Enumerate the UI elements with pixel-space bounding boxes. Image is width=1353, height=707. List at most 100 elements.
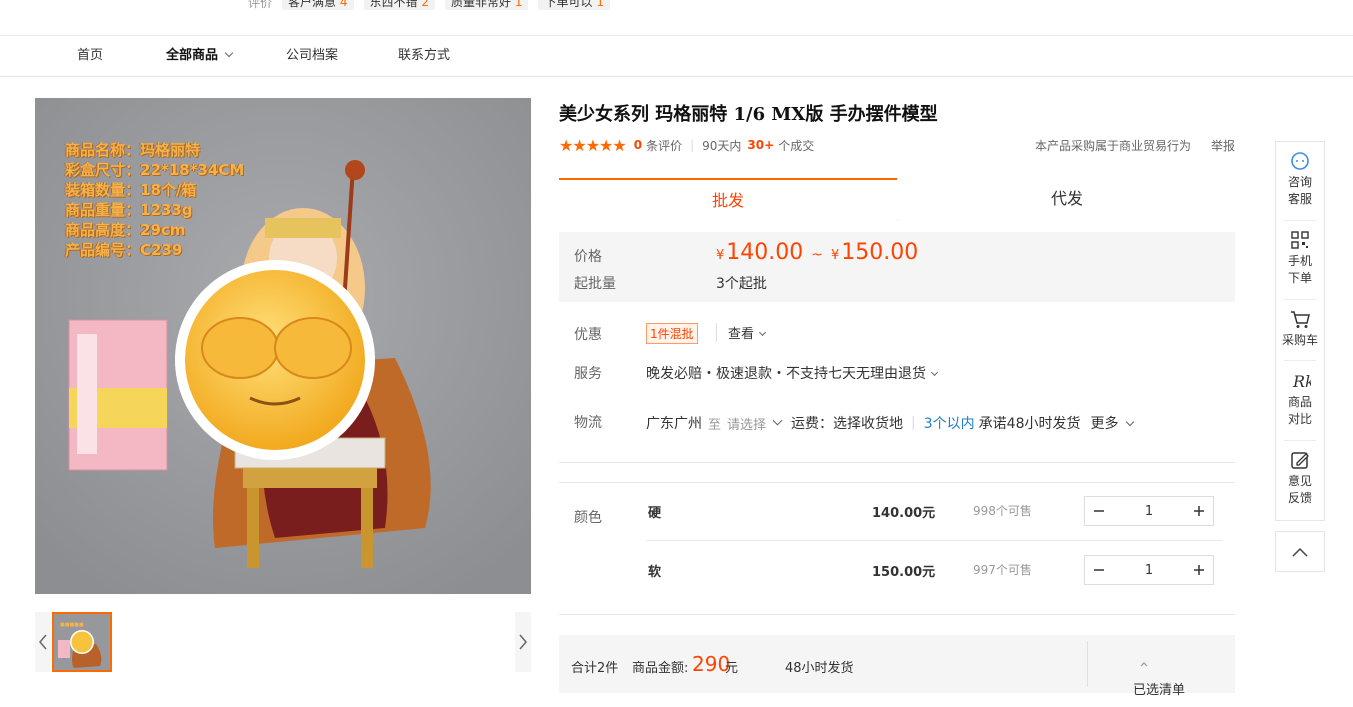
- decrement-button[interactable]: [1085, 497, 1113, 525]
- compare-label-2: 对比: [1287, 412, 1312, 426]
- feedback-label-2: 反馈: [1287, 491, 1312, 505]
- feedback-button[interactable]: 意见 反馈: [1276, 449, 1324, 507]
- sku-divider: [646, 540, 1222, 541]
- destination-select[interactable]: 请选择: [727, 414, 766, 433]
- currency-symbol: ¥: [716, 248, 725, 263]
- service-text: 晚发必赔・极速退款・不支持七天无理由退货: [646, 366, 926, 382]
- chevron-down-icon[interactable]: [772, 415, 783, 425]
- moq-label: 起批量: [574, 276, 616, 292]
- section-divider: [559, 462, 1235, 463]
- chevron-down-icon: [930, 368, 939, 377]
- report-link[interactable]: 举报: [1211, 137, 1235, 154]
- image-caption: 商品名称：玛格丽特 彩盒尺寸：22*18*34CM 装箱数量：18个/箱 商品重…: [65, 140, 244, 260]
- nav-all-products[interactable]: 全部商品: [166, 36, 234, 76]
- ship-promise: 承诺48小时发货: [978, 416, 1081, 432]
- quantity-value[interactable]: 1: [1113, 504, 1185, 519]
- thumbnail-image[interactable]: ■■■■■: [52, 612, 112, 672]
- quantity-value[interactable]: 1: [1113, 563, 1185, 578]
- qrcode-icon: [1291, 231, 1309, 249]
- qty-rule[interactable]: 3个以内: [924, 413, 975, 433]
- chat-icon: [1291, 152, 1309, 170]
- quantity-stepper: 1: [1084, 496, 1214, 526]
- service-dropdown[interactable]: 晚发必赔・极速退款・不支持七天无理由退货: [646, 363, 939, 383]
- consult-label-2: 客服: [1287, 192, 1312, 206]
- rating-stars-icon: ★★★★★: [559, 135, 627, 155]
- plus-icon: [1194, 565, 1204, 575]
- selected-list-toggle[interactable]: 已选清单: [1133, 657, 1185, 698]
- caption-line: 彩盒尺寸：22*18*34CM: [65, 161, 245, 179]
- review-count[interactable]: 0: [634, 138, 642, 152]
- price-low: 140.00: [726, 240, 804, 265]
- review-tag[interactable]: 下单可以 1: [538, 0, 610, 10]
- consult-label-1: 咨询: [1287, 175, 1312, 189]
- thumbnail-prev-button[interactable]: [35, 612, 51, 672]
- mobile-order-label-1: 手机: [1287, 254, 1312, 268]
- purchase-cart-button[interactable]: 采购车: [1276, 308, 1324, 349]
- mobile-order-label-2: 下单: [1287, 271, 1312, 285]
- nav-all-products-label: 全部商品: [166, 48, 219, 63]
- nav-home[interactable]: 首页: [77, 36, 103, 76]
- consult-service-button[interactable]: 咨询 客服: [1276, 150, 1324, 208]
- caption-line: 产品编号：C239: [65, 241, 183, 259]
- section-divider: [559, 614, 1235, 615]
- product-compare-button[interactable]: Rk 商品 对比: [1276, 370, 1324, 428]
- price-tilde: ~: [811, 247, 823, 263]
- compare-label-1: 商品: [1287, 395, 1312, 409]
- nav-contact[interactable]: 联系方式: [398, 36, 450, 76]
- svg-text:Rk: Rk: [1292, 372, 1311, 391]
- thumbnail-next-button[interactable]: [515, 612, 531, 672]
- logistics-more-label: 更多: [1090, 416, 1119, 432]
- review-label: 评价: [248, 0, 273, 10]
- review-count-suffix: 条评价: [646, 138, 683, 153]
- section-divider: [559, 482, 1235, 483]
- logistics-more[interactable]: 更多: [1090, 413, 1134, 433]
- logistics-label: 物流: [574, 415, 602, 431]
- cart-icon: [1291, 311, 1310, 328]
- logistics-row: 广东广州 至 请选择 运费：选择收货地 | 3个以内 承诺48小时发货 更多: [646, 413, 1134, 433]
- mobile-order-button[interactable]: 手机 下单: [1276, 229, 1324, 287]
- increment-button[interactable]: [1185, 556, 1213, 584]
- review-tag[interactable]: 客户满意 4: [282, 0, 354, 10]
- cart-label: 采购车: [1281, 333, 1318, 347]
- review-tag[interactable]: 质量非常好 1: [444, 0, 529, 10]
- review-tag-strip: 评价 客户满意 4 东西不错 2 质量非常好 1 下单可以 1: [248, 0, 610, 10]
- toolbar-divider: [1284, 440, 1316, 441]
- minus-icon: [1094, 569, 1104, 571]
- sku-row: 软 150.00元 997个可售 1: [646, 555, 1222, 585]
- nav-company-profile[interactable]: 公司档案: [286, 36, 338, 76]
- back-to-top-button[interactable]: [1275, 531, 1325, 572]
- sku-name: 软: [648, 565, 662, 580]
- sales-count: 30+: [747, 138, 775, 152]
- decrement-button[interactable]: [1085, 556, 1113, 584]
- increment-button[interactable]: [1185, 497, 1213, 525]
- currency-symbol: ¥: [831, 248, 840, 263]
- caption-line: 商品高度：29cm: [65, 221, 186, 239]
- store-nav: 首页 全部商品 公司档案 联系方式: [0, 35, 1353, 77]
- svg-text:■■■■■: ■■■■■: [60, 622, 84, 628]
- tab-wholesale[interactable]: 批发: [559, 178, 897, 220]
- chevron-up-icon: [1140, 662, 1148, 667]
- price-high: 150.00: [841, 240, 919, 265]
- caption-line: 商品重量：1233g: [65, 201, 193, 219]
- chevron-down-icon: [1125, 417, 1134, 427]
- promo-view-link[interactable]: 查看: [716, 323, 767, 342]
- service-label: 服务: [574, 366, 602, 382]
- feedback-icon: [1291, 452, 1309, 469]
- chevron-up-icon: [1292, 547, 1308, 557]
- price-label: 价格: [574, 249, 602, 265]
- review-tag[interactable]: 东西不错 2: [363, 0, 435, 10]
- selected-list-label: 已选清单: [1133, 683, 1186, 698]
- tab-dropship[interactable]: 代发: [899, 178, 1235, 220]
- ship-time: 48小时发货: [785, 661, 854, 676]
- moq-value: 3个起批: [716, 276, 767, 292]
- summary-divider: [1087, 641, 1088, 687]
- freight-text: 运费：选择收货地: [791, 416, 904, 432]
- product-stats: ★★★★★ 0 条评价 | 90天内 30+ 个成交 本产品采购属于商业贸易行为…: [559, 135, 1235, 155]
- caption-line: 装箱数量：18个/箱: [65, 181, 197, 199]
- sku-stock: 998个可售: [973, 504, 1032, 518]
- chevron-down-icon: [758, 328, 767, 337]
- minus-icon: [1094, 510, 1104, 512]
- product-title: 美少女系列 玛格丽特 1/6 MX版 手办摆件模型: [559, 104, 938, 125]
- chevron-right-icon: [519, 634, 527, 650]
- main-product-image[interactable]: 商品名称：玛格丽特 彩盒尺寸：22*18*34CM 装箱数量：18个/箱 商品重…: [35, 98, 531, 594]
